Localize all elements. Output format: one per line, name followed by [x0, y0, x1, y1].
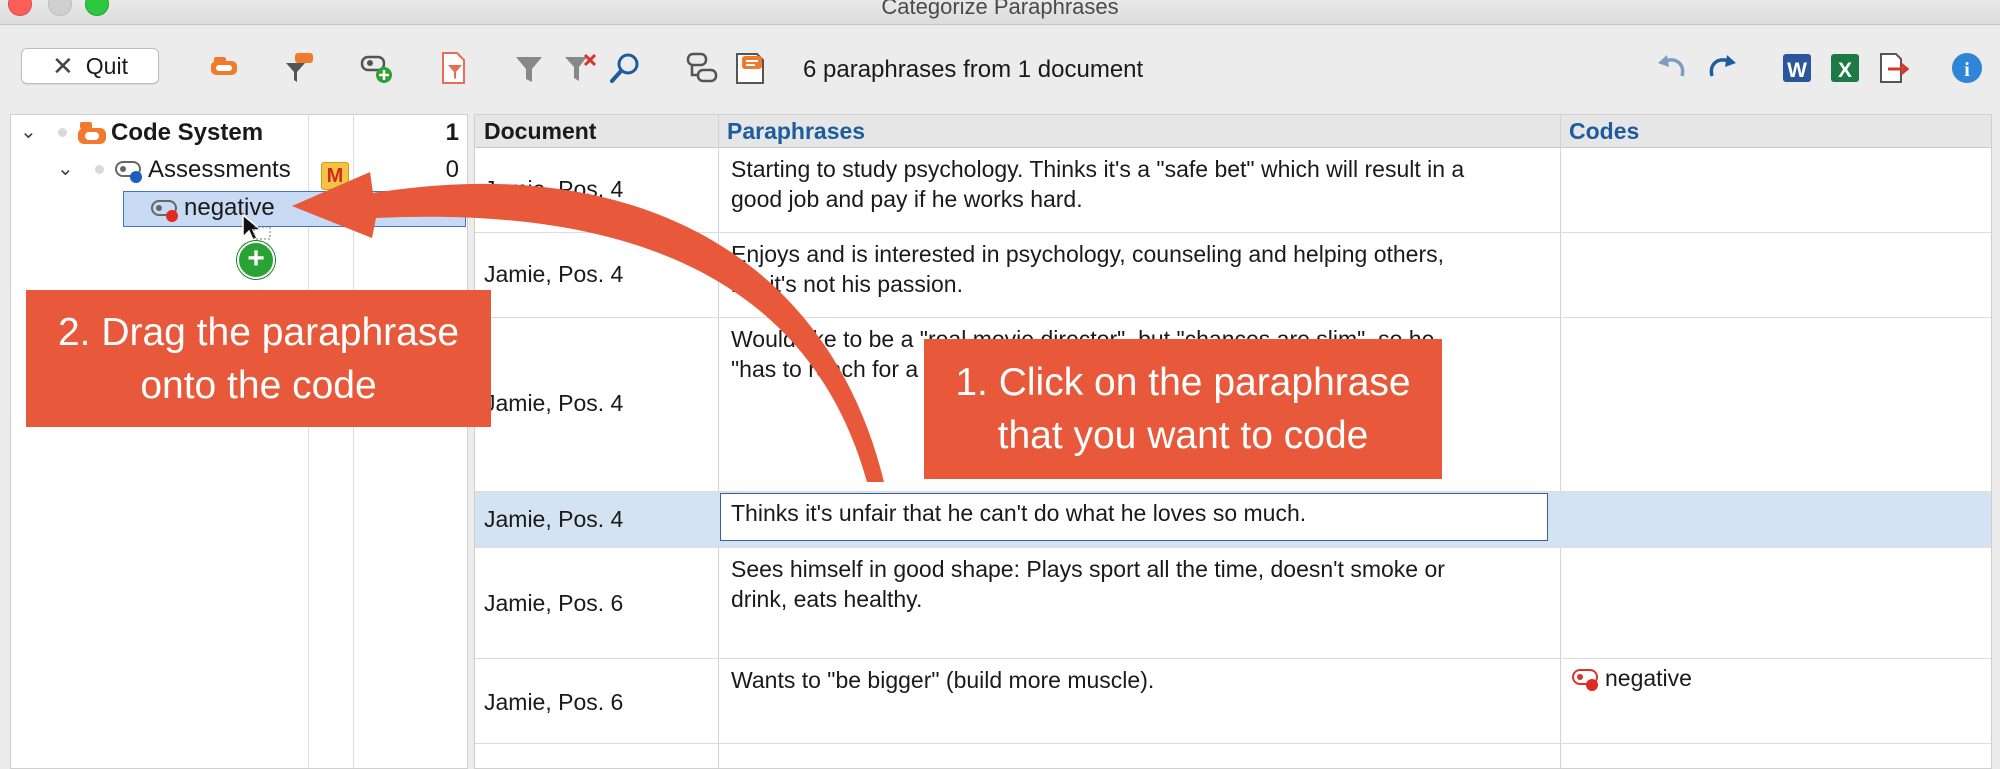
click-instruction-callout: 1. Click on the paraphrase that you want … — [924, 339, 1442, 479]
drag-instruction-callout: 2. Drag the paraphrase onto the code — [26, 290, 491, 427]
